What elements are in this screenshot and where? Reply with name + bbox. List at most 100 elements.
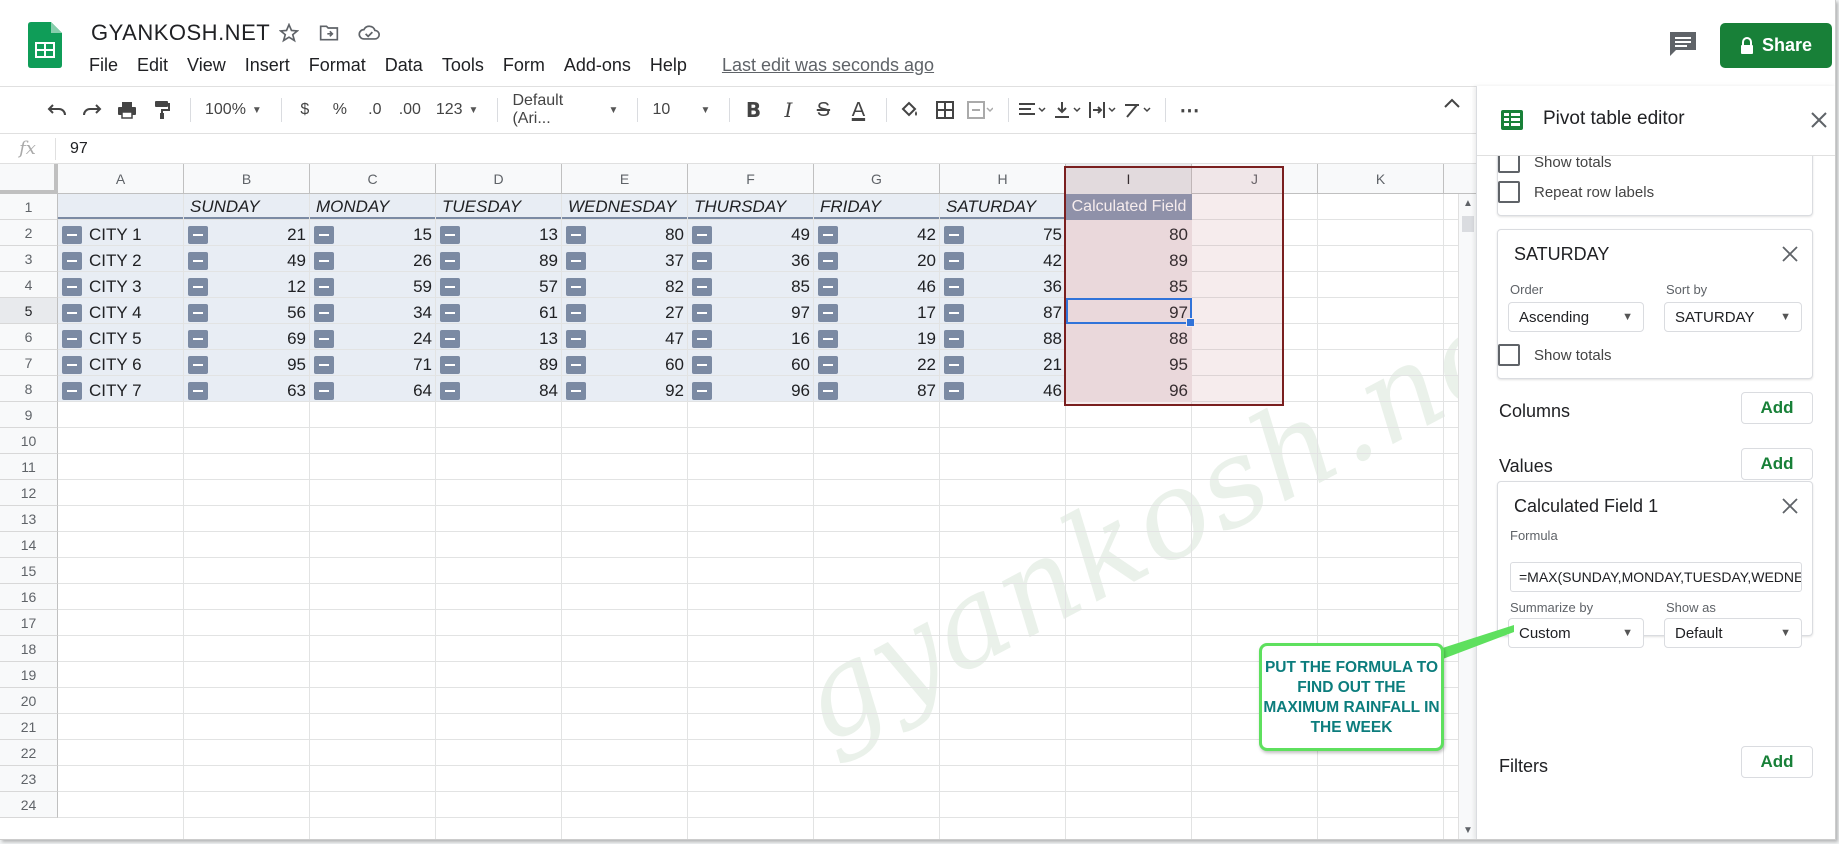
text-color-button[interactable]: A [843,94,873,126]
vertical-align-icon[interactable] [1052,94,1082,126]
cloud-saved-icon[interactable] [356,20,382,46]
row-header-5[interactable]: 5 [0,298,58,324]
table-cell[interactable]: 21 [184,222,306,248]
table-cell[interactable]: 17 [814,300,936,326]
table-cell[interactable]: 64 [310,378,432,404]
table-cell[interactable]: 42 [940,248,1062,274]
menu-tools[interactable]: Tools [442,55,493,76]
table-cell[interactable]: 21 [940,352,1062,378]
table-cell[interactable]: 37 [562,248,684,274]
repeat-row-labels-row[interactable]: Repeat row labels [1498,181,1654,203]
pivot-header-saturday[interactable]: SATURDAY [940,194,1066,220]
print-icon[interactable] [112,94,142,126]
table-row-label[interactable]: CITY 3 [58,274,184,300]
pivot-header-tuesday[interactable]: TUESDAY [436,194,562,220]
table-cell[interactable]: 97 [688,300,810,326]
column-header-c[interactable]: C [310,164,436,194]
row-header-19[interactable]: 19 [0,662,58,688]
bold-button[interactable]: B [738,94,768,126]
show-totals-checkbox[interactable] [1498,156,1520,173]
borders-icon[interactable] [930,94,960,126]
table-cell[interactable]: 87 [814,378,936,404]
row-header-24[interactable]: 24 [0,792,58,818]
saturday-show-totals-checkbox[interactable] [1498,344,1520,366]
table-cell[interactable]: 80 [562,222,684,248]
close-icon[interactable] [1780,244,1800,264]
table-row-label[interactable]: CITY 5 [58,326,184,352]
table-cell[interactable]: 56 [184,300,306,326]
saturday-show-totals-row[interactable]: Show totals [1498,344,1612,366]
more-options-icon[interactable]: ⋯ [1174,94,1204,126]
table-cell[interactable]: 49 [184,248,306,274]
menu-help[interactable]: Help [650,55,696,76]
strikethrough-button[interactable]: S [808,94,838,126]
menu-addons[interactable]: Add-ons [564,55,640,76]
table-cell[interactable]: 71 [310,352,432,378]
column-header-h[interactable]: H [940,164,1066,194]
table-cell[interactable]: 69 [184,326,306,352]
table-cell[interactable]: 84 [436,378,558,404]
pivot-header-friday[interactable]: FRIDAY [814,194,940,220]
table-cell[interactable]: 15 [310,222,432,248]
table-cell[interactable]: 89 [436,352,558,378]
column-header-b[interactable]: B [184,164,310,194]
table-cell[interactable]: 46 [940,378,1062,404]
fill-color-icon[interactable] [895,94,925,126]
formula-input[interactable]: 97 [56,140,88,158]
text-wrap-icon[interactable] [1087,94,1117,126]
table-cell[interactable]: 49 [688,222,810,248]
collapse-minus-icon[interactable] [62,252,82,270]
star-icon[interactable] [276,20,302,46]
table-cell[interactable]: 42 [814,222,936,248]
row-header-15[interactable]: 15 [0,558,58,584]
number-format-select[interactable]: 123 ▼ [430,94,485,126]
table-cell[interactable]: 75 [940,222,1062,248]
row-header-13[interactable]: 13 [0,506,58,532]
redo-icon[interactable] [77,94,107,126]
column-header-g[interactable]: G [814,164,940,194]
menu-insert[interactable]: Insert [245,55,299,76]
table-cell[interactable]: 36 [688,248,810,274]
menu-format[interactable]: Format [309,55,375,76]
decrease-decimal-button[interactable]: .0 [360,94,390,126]
increase-decimal-button[interactable]: .00 [395,94,425,126]
row-header-14[interactable]: 14 [0,532,58,558]
table-cell[interactable]: 13 [436,326,558,352]
sort-by-select[interactable]: SATURDAY ▼ [1664,302,1802,332]
add-column-button[interactable]: Add [1741,392,1813,424]
row-header-4[interactable]: 4 [0,272,58,298]
menu-view[interactable]: View [187,55,235,76]
close-icon[interactable] [1780,496,1800,516]
table-cell[interactable]: 19 [814,326,936,352]
row-header-6[interactable]: 6 [0,324,58,350]
table-cell[interactable]: 27 [562,300,684,326]
table-cell[interactable]: 85 [688,274,810,300]
table-cell[interactable]: 24 [310,326,432,352]
table-cell[interactable]: 87 [940,300,1062,326]
table-row-label[interactable]: CITY 6 [58,352,184,378]
row-header-18[interactable]: 18 [0,636,58,662]
collapse-menu-icon[interactable] [1442,96,1462,110]
sheets-logo-icon[interactable] [28,22,62,68]
italic-button[interactable]: I [773,94,803,126]
menu-data[interactable]: Data [385,55,432,76]
table-cell[interactable]: 92 [562,378,684,404]
table-cell[interactable]: 22 [814,352,936,378]
table-cell[interactable]: 57 [436,274,558,300]
row-header-10[interactable]: 10 [0,428,58,454]
undo-icon[interactable] [42,94,72,126]
merge-cells-icon[interactable] [965,94,995,126]
collapse-minus-icon[interactable] [62,356,82,374]
column-header-f[interactable]: F [688,164,814,194]
font-size-select[interactable]: 10 ▼ [646,94,716,126]
show-as-select[interactable]: Default ▼ [1664,618,1802,648]
add-value-button[interactable]: Add [1741,448,1813,480]
share-button[interactable]: Share [1720,23,1832,68]
scroll-up-icon[interactable]: ▲ [1463,198,1473,209]
pivot-header-sunday[interactable]: SUNDAY [184,194,310,220]
table-cell[interactable]: 46 [814,274,936,300]
table-cell[interactable]: 60 [562,352,684,378]
pivot-header-wednesday[interactable]: WEDNESDAY [562,194,688,220]
table-cell[interactable]: 82 [562,274,684,300]
pivot-header-monday[interactable]: MONDAY [310,194,436,220]
